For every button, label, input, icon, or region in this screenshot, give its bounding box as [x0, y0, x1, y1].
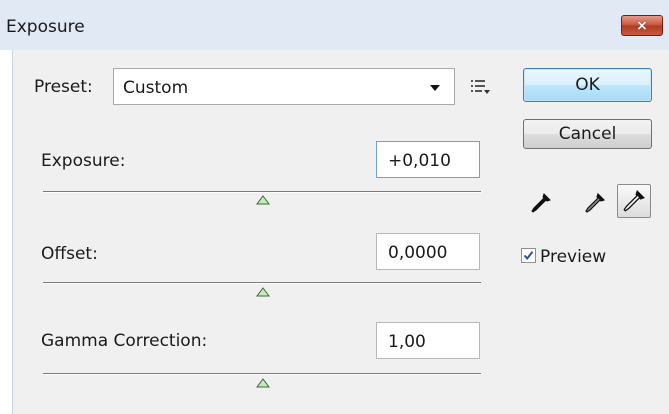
exposure-input[interactable]: +0,010: [376, 141, 480, 178]
offset-input[interactable]: 0,0000: [376, 233, 480, 270]
preview-checkbox[interactable]: [521, 248, 536, 263]
offset-label: Offset:: [41, 244, 98, 264]
exposure-slider-thumb[interactable]: [256, 195, 270, 205]
offset-slider-thumb[interactable]: [256, 287, 270, 297]
white-point-eyedropper-icon: [623, 190, 645, 212]
preset-menu-button[interactable]: [470, 77, 492, 97]
gray-point-eyedropper-icon: [585, 192, 606, 213]
chevron-down-icon: [430, 85, 440, 91]
black-point-eyedropper-icon: [531, 193, 551, 213]
preset-label: Preset:: [34, 77, 93, 97]
cancel-button[interactable]: Cancel: [523, 119, 652, 149]
gray-point-eyedropper-button[interactable]: [580, 188, 610, 218]
window-title: Exposure: [6, 17, 85, 37]
gamma-slider-thumb[interactable]: [256, 378, 270, 388]
close-icon: ×: [636, 17, 648, 34]
gamma-label: Gamma Correction:: [41, 331, 208, 351]
title-bar: Exposure ×: [0, 0, 669, 50]
offset-value: 0,0000: [388, 243, 448, 263]
exposure-value: +0,010: [388, 151, 451, 171]
gamma-value: 1,00: [388, 332, 426, 352]
offset-slider-track[interactable]: [43, 282, 481, 284]
ok-button[interactable]: OK: [523, 68, 652, 102]
list-menu-icon: [471, 80, 490, 94]
preview-label[interactable]: Preview: [540, 247, 606, 267]
close-button[interactable]: ×: [621, 15, 663, 36]
exposure-dialog: Exposure × Preset: Custom Exposure: +0,0…: [0, 0, 669, 414]
preset-value: Custom: [123, 78, 189, 98]
checkmark-icon: [523, 251, 534, 261]
black-point-eyedropper-button[interactable]: [526, 188, 556, 218]
gamma-slider-track[interactable]: [43, 373, 481, 375]
preset-dropdown[interactable]: Custom: [113, 68, 455, 105]
exposure-slider-track[interactable]: [43, 191, 481, 193]
white-point-eyedropper-button[interactable]: [617, 184, 651, 218]
exposure-label: Exposure:: [41, 151, 126, 171]
gamma-input[interactable]: 1,00: [376, 322, 480, 359]
